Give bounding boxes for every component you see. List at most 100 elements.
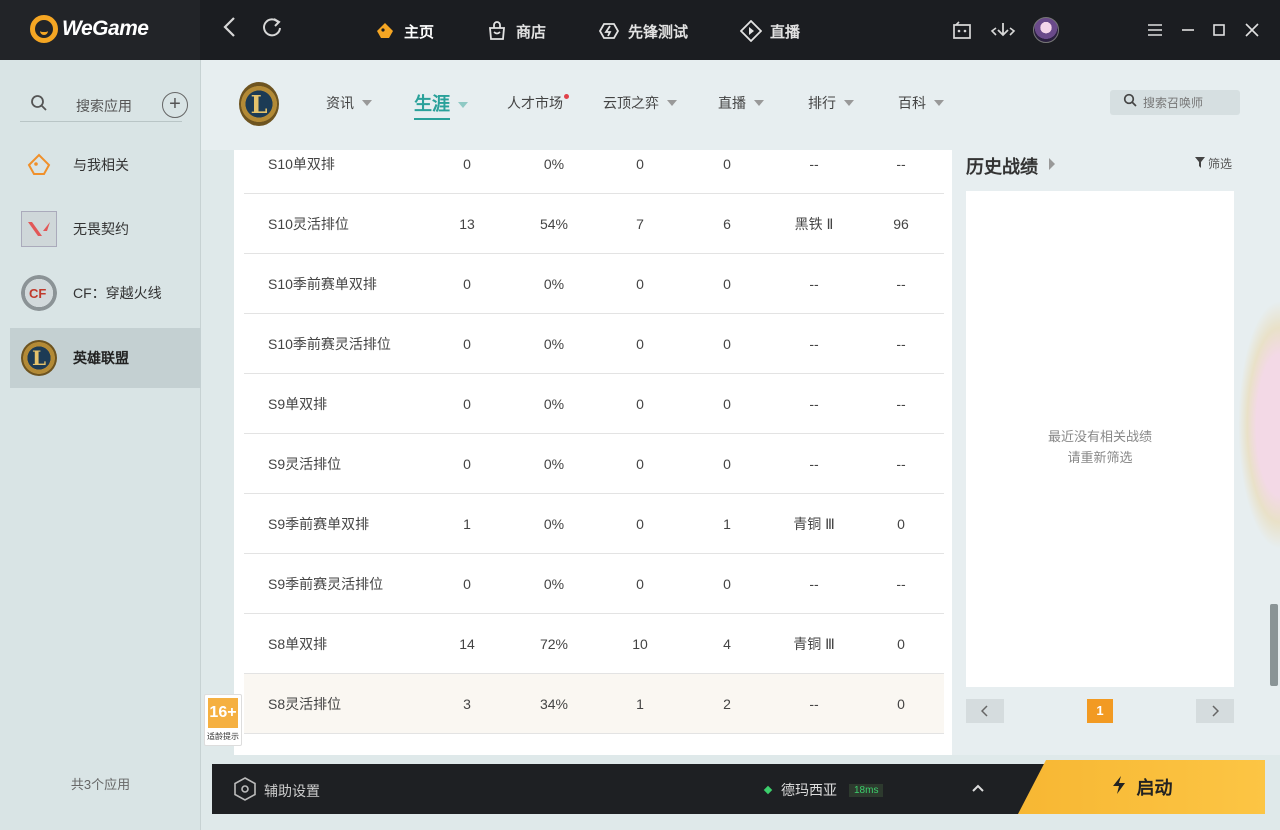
back-arrow-icon[interactable] — [216, 16, 244, 44]
nav-home[interactable]: 主页 — [374, 18, 434, 44]
chevron-right-icon[interactable] — [1049, 158, 1055, 170]
tab-tft[interactable]: 云顶之弈 — [603, 93, 677, 113]
menu-icon[interactable] — [1143, 18, 1167, 42]
server-ping: 18ms — [849, 783, 884, 797]
row-losses: 0 — [723, 276, 731, 292]
chevron-down-icon — [844, 100, 854, 106]
row-losses: 0 — [723, 396, 731, 412]
nav-pioneer-label: 先锋测试 — [628, 23, 689, 41]
row-winrate: 0% — [543, 396, 565, 412]
table-row[interactable]: S10灵活排位 13 54% 7 6 黑铁 Ⅱ 96 — [244, 194, 944, 254]
row-points: -- — [896, 276, 906, 292]
age-rating-badge[interactable]: 16+ 适龄提示 — [204, 694, 242, 746]
sidebar-item-related[interactable]: 与我相关 — [10, 135, 201, 195]
sidebar-item-lol[interactable]: L 英雄联盟 — [10, 328, 201, 388]
table-row[interactable]: S8单双排 14 72% 10 4 青铜 Ⅲ 0 — [244, 614, 944, 674]
tab-career[interactable]: 生涯 — [414, 90, 468, 120]
history-title[interactable]: 历史战绩 — [966, 153, 1038, 179]
sidebar-item-valorant[interactable]: 无畏契约 — [10, 199, 201, 259]
svg-text:CF: CF — [29, 286, 46, 301]
next-page-button[interactable] — [1196, 699, 1234, 723]
table-row[interactable]: S9灵活排位 0 0% 0 0 -- -- — [244, 434, 944, 494]
live-icon — [740, 20, 762, 42]
career-table: S10单双排 0 0% 0 0 -- -- S10灵活排位 13 54% 7 6 黑铁 Ⅱ 96 S10季前… — [234, 150, 952, 755]
server-status-icon — [763, 785, 773, 795]
summoner-search-placeholder: 搜索召唤师 — [1143, 96, 1204, 110]
row-losses: 1 — [723, 516, 731, 532]
row-games: 0 — [463, 276, 471, 292]
tab-wiki[interactable]: 百科 — [898, 93, 944, 113]
wegame-logo-icon — [30, 15, 58, 43]
tab-news[interactable]: 资讯 — [326, 93, 372, 113]
sidebar-item-crossfire[interactable]: CF CF：穿越火线 — [10, 263, 201, 323]
brand-area: WeGame — [0, 0, 200, 60]
maximize-icon[interactable] — [1207, 18, 1231, 42]
notification-dot — [564, 93, 569, 99]
table-row[interactable]: S9季前赛单双排 1 0% 0 1 青铜 Ⅲ 0 — [244, 494, 944, 554]
table-row[interactable]: S10季前赛单双排 0 0% 0 0 -- -- — [244, 254, 944, 314]
refresh-icon[interactable] — [258, 16, 286, 44]
row-wins: 0 — [636, 396, 644, 412]
lightning-icon — [1111, 775, 1127, 800]
summoner-search-input[interactable]: 搜索召唤师 — [1110, 90, 1240, 115]
row-tier: -- — [809, 456, 819, 472]
shop-icon — [486, 20, 508, 42]
tab-talent-market[interactable]: 人才市场 — [507, 93, 569, 113]
prev-page-button[interactable] — [966, 699, 1004, 723]
launch-button[interactable]: 启动 — [1018, 760, 1265, 814]
chevron-up-icon[interactable] — [970, 780, 986, 796]
row-wins: 7 — [636, 216, 644, 232]
row-losses: 0 — [723, 456, 731, 472]
scrollbar[interactable] — [1270, 604, 1278, 686]
row-mode: S9季前赛单双排 — [268, 516, 370, 532]
search-app-input[interactable]: 搜索应用 — [20, 88, 182, 122]
row-losses: 0 — [723, 336, 731, 352]
row-winrate: 0% — [543, 456, 565, 472]
user-avatar[interactable] — [1033, 17, 1059, 43]
filter-icon — [1195, 156, 1205, 171]
current-page[interactable]: 1 — [1087, 699, 1113, 723]
row-mode: S8单双排 — [268, 636, 328, 652]
row-tier: -- — [809, 576, 819, 592]
table-row[interactable]: S10季前赛灵活排位 0 0% 0 0 -- -- — [244, 314, 944, 374]
bottom-bar: 辅助设置 德玛西亚 18ms 启动 — [212, 760, 1265, 814]
row-losses: 4 — [723, 636, 731, 652]
table-row[interactable]: S9季前赛灵活排位 0 0% 0 0 -- -- — [244, 554, 944, 614]
row-points: -- — [896, 336, 906, 352]
crossfire-icon: CF — [21, 275, 57, 311]
chevron-down-icon — [667, 100, 677, 106]
row-mode: S8灵活排位 — [268, 696, 342, 712]
table-row[interactable]: S8灵活排位 3 34% 1 2 -- 0 — [244, 674, 944, 734]
row-games: 0 — [463, 576, 471, 592]
chevron-right-icon — [1212, 705, 1219, 717]
tab-live[interactable]: 直播 — [718, 93, 764, 113]
nav-live[interactable]: 直播 — [740, 18, 800, 44]
nav-home-label: 主页 — [404, 23, 435, 41]
row-points: -- — [896, 456, 906, 472]
message-box-icon[interactable] — [949, 18, 975, 44]
row-mode: S10季前赛灵活排位 — [268, 336, 391, 352]
nav-shop[interactable]: 商店 — [486, 18, 546, 44]
server-selector[interactable]: 德玛西亚 18ms — [763, 780, 884, 800]
add-app-button[interactable]: + — [162, 92, 188, 118]
age-rating: 16+ — [208, 698, 238, 728]
tab-ranking[interactable]: 排行 — [808, 93, 854, 113]
row-points: -- — [896, 576, 906, 592]
row-losses: 6 — [723, 216, 731, 232]
download-icon[interactable] — [990, 18, 1016, 44]
row-losses: 2 — [723, 696, 731, 712]
table-row[interactable]: S10单双排 0 0% 0 0 -- -- — [244, 150, 944, 194]
assist-settings-button[interactable]: 辅助设置 — [234, 777, 320, 804]
row-points: -- — [896, 156, 906, 172]
row-games: 0 — [463, 456, 471, 472]
row-points: 0 — [897, 516, 905, 532]
row-games: 0 — [463, 156, 471, 172]
lol-logo[interactable]: L — [239, 82, 279, 126]
table-row[interactable]: S9单双排 0 0% 0 0 -- -- — [244, 374, 944, 434]
filter-button[interactable]: 筛选 — [1195, 155, 1232, 172]
close-icon[interactable] — [1240, 18, 1264, 42]
minimize-icon[interactable] — [1176, 18, 1200, 42]
row-winrate: 0% — [543, 336, 565, 352]
game-header: L 资讯 生涯 人才市场 云顶之弈 直播 排行 百科 搜索召唤师 — [201, 60, 1280, 150]
nav-pioneer[interactable]: 先锋测试 — [598, 18, 688, 44]
